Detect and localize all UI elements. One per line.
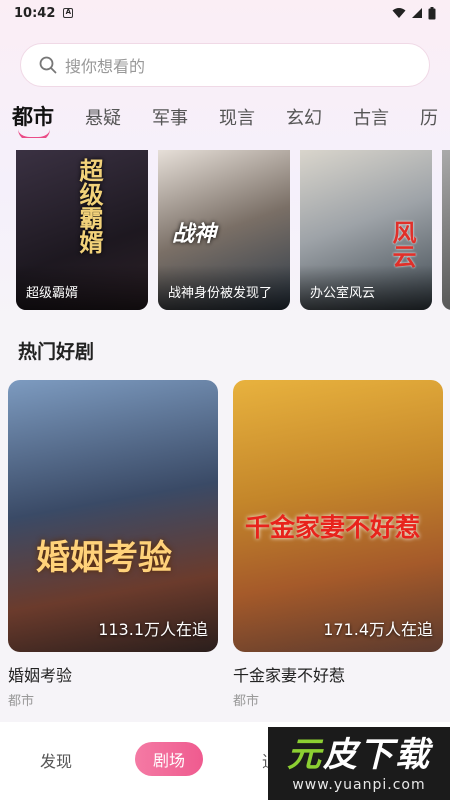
tab-xuanhuan[interactable]: 玄幻: [286, 98, 322, 130]
banner-title: 战神身份被发现了: [158, 265, 290, 310]
tab-li[interactable]: 历: [420, 98, 438, 130]
nav-discover[interactable]: 发现: [40, 748, 72, 772]
watermark-url: www.yuanpi.com: [292, 776, 426, 793]
drama-name: 千金家妻不好惹: [233, 666, 346, 685]
search-bar[interactable]: 搜你想看的: [20, 43, 430, 87]
drama-poster[interactable]: 千金家妻不好惹 171.4万人在追: [233, 380, 443, 652]
drama-card[interactable]: 婚姻考验 113.1万人在追 婚姻考验 都市: [8, 380, 218, 709]
tab-junshi[interactable]: 军事: [152, 98, 188, 130]
status-time: 10:42: [14, 5, 56, 21]
section-title: 热门好剧: [18, 341, 95, 363]
search-icon: [39, 56, 57, 74]
banner-card[interactable]: 战神 战神身份被发现了: [158, 150, 290, 310]
tab-guyan[interactable]: 古言: [353, 98, 389, 130]
tab-xianyan[interactable]: 现言: [219, 98, 255, 130]
poster-title-text: 千金家妻不好惹: [245, 513, 421, 542]
banner-poster-text: 风云: [388, 220, 416, 268]
status-bar: 10:42 A: [0, 0, 450, 26]
watching-count: 171.4万人在追: [323, 620, 433, 639]
wifi-icon: [392, 8, 406, 18]
signal-icon: [412, 8, 422, 18]
search-placeholder: 搜你想看的: [65, 57, 146, 76]
watermark-logo: 元皮下载 www.yuanpi.com: [268, 727, 450, 800]
category-tabs: 都市 悬疑 军事 现言 玄幻 古言 历: [12, 98, 450, 138]
banner-title: 超级霸婿: [16, 265, 148, 310]
banner-card[interactable]: 风云 办公室风云: [300, 150, 432, 310]
tab-xuanyi[interactable]: 悬疑: [85, 98, 121, 130]
drama-genre: 都市: [233, 694, 260, 709]
banner-poster-text: 超级霸婿: [75, 158, 103, 254]
notification-icon: A: [63, 8, 74, 18]
drama-genre: 都市: [8, 694, 35, 709]
poster-title-text: 婚姻考验: [36, 538, 172, 578]
drama-name: 婚姻考验: [8, 666, 73, 685]
banner-card[interactable]: 超级霸婿 超级霸婿: [16, 150, 148, 310]
drama-poster[interactable]: 婚姻考验 113.1万人在追: [8, 380, 218, 652]
battery-icon: [428, 6, 436, 19]
drama-card[interactable]: 千金家妻不好惹 171.4万人在追 千金家妻不好惹 都市: [233, 380, 443, 709]
banner-card-partial[interactable]: [442, 150, 450, 310]
banner-poster-text: 战神: [172, 222, 217, 247]
watching-count: 113.1万人在追: [98, 620, 208, 639]
banner-title: 办公室风云: [300, 265, 432, 310]
status-icons: [392, 6, 436, 20]
tab-dushi[interactable]: 都市: [12, 98, 54, 138]
watermark-text: 元皮下载: [287, 734, 431, 775]
banner-carousel: 超级霸婿 超级霸婿 战神 战神身份被发现了 风云 办公室风云: [16, 150, 450, 312]
nav-theater[interactable]: 剧场: [135, 742, 203, 776]
